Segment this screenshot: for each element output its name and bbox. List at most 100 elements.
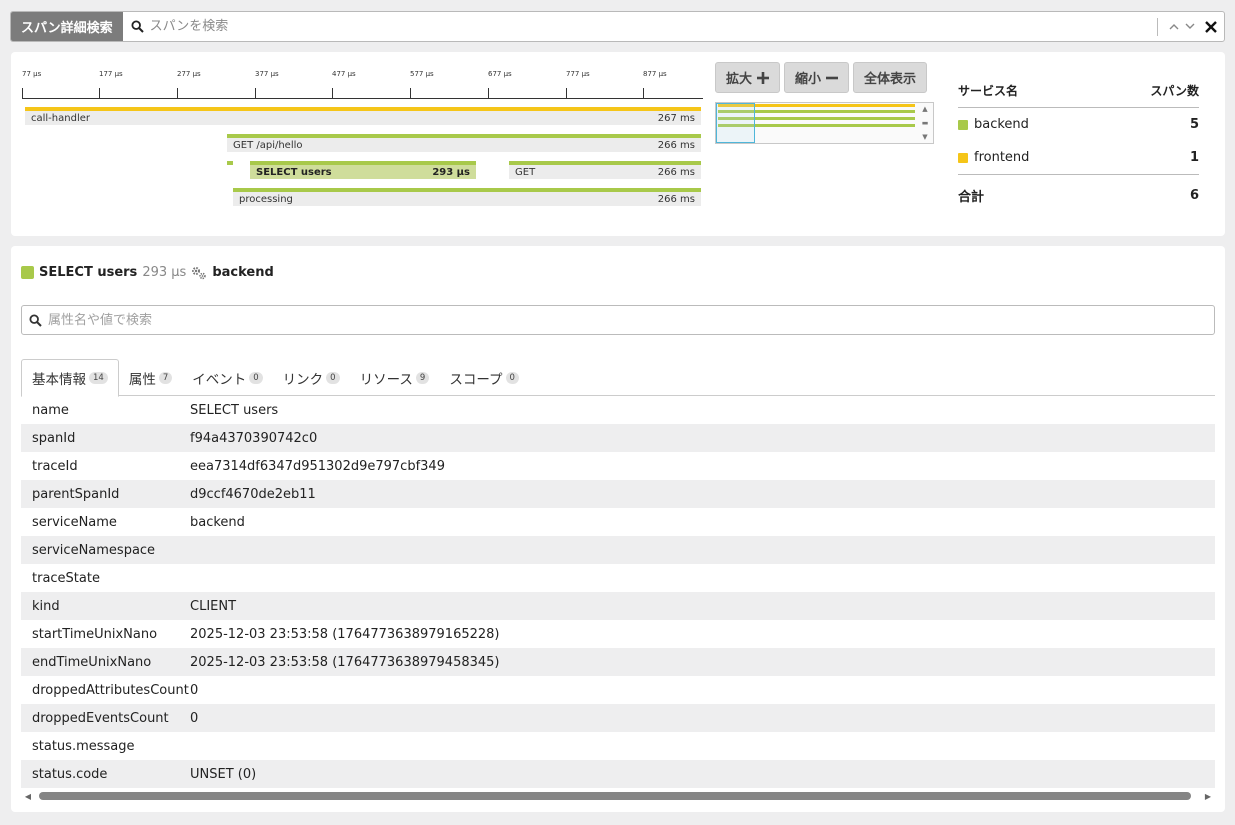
- timeline-panel: 77 μs 177 μs 277 μs 377 μs 477 μs 577 μs…: [11, 52, 1225, 236]
- attribute-key: serviceNamespace: [32, 542, 156, 558]
- table-row: endTimeUnixNano 2025-12-03 23:53:58 (1764…: [21, 648, 1215, 676]
- attribute-value: f94a4370390742c0: [190, 430, 318, 446]
- total-label: 合計: [958, 190, 985, 205]
- span-bar-processing[interactable]: processing 266 ms: [233, 188, 701, 206]
- attribute-value: CLIENT: [190, 598, 237, 614]
- count-badge: 9: [415, 371, 430, 384]
- ruler-tick: 177 μs: [99, 70, 123, 98]
- table-row: name SELECT users: [21, 396, 1215, 424]
- ruler-tick: 577 μs: [410, 70, 434, 98]
- prev-match-button[interactable]: [1166, 20, 1182, 33]
- service-row-frontend: frontend 1: [958, 141, 1199, 174]
- zoom-in-label: 拡大: [726, 72, 753, 87]
- attribute-key: endTimeUnixNano: [32, 654, 152, 670]
- span-bar-get[interactable]: GET 266 ms: [509, 161, 701, 179]
- tab-attributes[interactable]: 属性 7: [119, 359, 182, 396]
- service-name: backend: [974, 117, 1029, 132]
- ruler-axis: [22, 98, 703, 99]
- tab-basic-info[interactable]: 基本情報 14: [21, 359, 119, 397]
- table-row: traceId eea7314df6347d951302d9e797cbf349: [21, 452, 1215, 480]
- span-bar-call-handler[interactable]: call-handler 267 ms: [25, 107, 701, 125]
- attribute-key: traceState: [32, 570, 100, 586]
- tab-events[interactable]: イベント 0: [182, 359, 272, 396]
- ruler-tick: 377 μs: [255, 70, 279, 98]
- tab-scope[interactable]: スコープ 0: [439, 359, 529, 396]
- span-bar-select-users[interactable]: SELECT users 293 μs: [250, 161, 476, 179]
- scroll-left-icon[interactable]: ◀: [21, 792, 35, 801]
- detail-tabs: 基本情報 14 属性 7 イベント 0 リンク 0 リソース 9 スコープ 0: [21, 359, 1215, 397]
- tab-resources[interactable]: リソース 9: [350, 359, 440, 396]
- span-count: 5: [1189, 117, 1199, 132]
- attribute-key: startTimeUnixNano: [32, 626, 158, 642]
- zoom-out-button[interactable]: 縮小: [784, 62, 850, 93]
- triangle-down-icon[interactable]: ▼: [922, 133, 927, 141]
- attribute-key: serviceName: [32, 514, 117, 530]
- span-service: backend: [212, 265, 274, 280]
- attribute-value: d9ccf4670de2eb11: [190, 486, 316, 502]
- table-row: traceState: [21, 564, 1215, 592]
- table-row: droppedEventsCount 0: [21, 704, 1215, 732]
- table-row: status.code UNSET (0): [21, 760, 1215, 788]
- attribute-value: 2025-12-03 23:53:58 (1764773638979165228…: [190, 626, 500, 642]
- minimap-scrollbar[interactable]: ▲ ▬ ▼: [917, 103, 933, 143]
- span-connector: [227, 161, 233, 179]
- total-count: 6: [1189, 188, 1199, 203]
- attribute-value: eea7314df6347d951302d9e797cbf349: [190, 458, 445, 474]
- backend-color-swatch: [958, 119, 968, 130]
- attribute-search-input[interactable]: [42, 307, 1214, 333]
- span-search-bar: スパン詳細検索: [10, 11, 1225, 42]
- attribute-value: 0: [190, 682, 199, 698]
- timeline-minimap[interactable]: ▲ ▬ ▼: [715, 102, 934, 144]
- chevron-up-icon: [1169, 24, 1179, 30]
- minus-icon: [826, 76, 839, 79]
- next-match-button[interactable]: [1182, 20, 1198, 33]
- span-count-header: スパン数: [1150, 84, 1199, 98]
- ruler-tick: 877 μs: [643, 70, 667, 98]
- chevron-down-icon: [1185, 23, 1195, 29]
- ruler-tick: 277 μs: [177, 70, 201, 98]
- attribute-key: traceId: [32, 458, 78, 474]
- ruler-tick: 677 μs: [488, 70, 512, 98]
- table-row: status.message: [21, 732, 1215, 760]
- basic-info-table: name SELECT users spanId f94a4370390742c0 …: [21, 396, 1215, 788]
- scroll-right-icon[interactable]: ▶: [1201, 792, 1215, 801]
- minimap-viewport[interactable]: [716, 103, 755, 143]
- scroll-track[interactable]: [35, 792, 1201, 800]
- attribute-value: UNSET (0): [190, 766, 257, 782]
- horizontal-scrollbar[interactable]: ◀ ▶: [21, 789, 1215, 803]
- table-row: spanId f94a4370390742c0: [21, 424, 1215, 452]
- attribute-key: droppedAttributesCount: [32, 682, 189, 698]
- fit-all-button[interactable]: 全体表示: [853, 62, 928, 93]
- close-button[interactable]: [1198, 20, 1224, 33]
- divider: [1157, 17, 1158, 36]
- span-bar-get-api-hello[interactable]: GET /api/hello 266 ms: [227, 134, 701, 152]
- zoom-in-button[interactable]: 拡大: [715, 62, 781, 93]
- tab-links[interactable]: リンク 0: [273, 359, 350, 396]
- attribute-key: status.code: [32, 766, 108, 782]
- service-total-row: 合計 6: [958, 174, 1199, 216]
- fit-all-label: 全体表示: [864, 72, 917, 87]
- scroll-thumb-icon[interactable]: ▬: [922, 119, 929, 127]
- span-name: SELECT users: [39, 265, 138, 280]
- service-table-header: サービス名 スパン数: [958, 74, 1199, 108]
- attribute-value: 0: [190, 710, 199, 726]
- attribute-key: kind: [32, 598, 60, 614]
- service-summary-table: サービス名 スパン数 backend 5 frontend 1 合計 6: [958, 74, 1199, 216]
- attribute-key: spanId: [32, 430, 76, 446]
- zoom-controls: 拡大 縮小 全体表示: [715, 62, 928, 93]
- triangle-up-icon[interactable]: ▲: [922, 105, 927, 113]
- span-search-input[interactable]: [143, 13, 1157, 40]
- frontend-color-swatch: [958, 152, 968, 163]
- gears-icon: [192, 266, 207, 279]
- attribute-value: SELECT users: [190, 402, 279, 418]
- search-icon: [131, 20, 144, 33]
- attribute-search-box: [21, 305, 1215, 335]
- service-name: frontend: [974, 150, 1030, 165]
- span-search-title[interactable]: スパン詳細検索: [11, 12, 123, 41]
- table-row: serviceName backend: [21, 508, 1215, 536]
- attribute-value: 2025-12-03 23:53:58 (1764773638979458345…: [190, 654, 500, 670]
- ruler-tick: 477 μs: [332, 70, 356, 98]
- count-badge: 7: [158, 371, 173, 384]
- service-row-backend: backend 5: [958, 108, 1199, 141]
- scroll-thumb[interactable]: [39, 792, 1191, 800]
